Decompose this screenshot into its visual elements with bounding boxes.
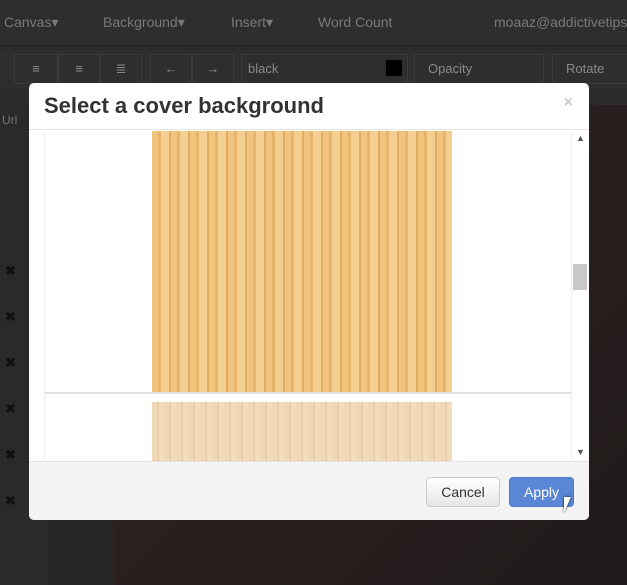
- remove-icon[interactable]: ✖: [5, 493, 16, 509]
- background-option-wood-orange[interactable]: [152, 131, 452, 392]
- dialog-title: Select a cover background: [44, 93, 324, 118]
- url-label: Url: [2, 113, 18, 127]
- top-nav: Canvas▾ Background▾ Insert▾ Word Count m…: [0, 0, 627, 46]
- opacity-slider[interactable]: Opacity: [414, 54, 544, 84]
- cancel-button[interactable]: Cancel: [426, 477, 500, 507]
- align-justify-icon[interactable]: ≣: [100, 54, 142, 84]
- nav-word-count[interactable]: Word Count: [318, 14, 392, 30]
- close-icon[interactable]: ×: [564, 94, 573, 112]
- nav-background[interactable]: Background▾: [103, 14, 185, 31]
- arrow-left-icon[interactable]: ←: [150, 54, 192, 84]
- dialog-footer: Cancel Apply: [29, 461, 589, 520]
- scroll-up-icon[interactable]: ▲: [576, 133, 585, 143]
- cover-background-dialog: Select a cover background × ▲ ▼ Cancel A…: [29, 83, 589, 520]
- divider: [45, 392, 571, 394]
- align-right-icon[interactable]: ≡: [14, 54, 58, 84]
- color-input[interactable]: black: [241, 54, 408, 84]
- scrollbar[interactable]: ▲ ▼: [572, 131, 589, 461]
- rotate-slider[interactable]: Rotate: [552, 54, 627, 84]
- remove-icon[interactable]: ✖: [5, 447, 16, 463]
- background-option-wood-light[interactable]: [152, 402, 452, 461]
- align-center-icon[interactable]: ≡: [58, 54, 100, 84]
- dialog-header: Select a cover background ×: [29, 83, 589, 130]
- mouse-cursor-icon: [564, 497, 571, 513]
- arrow-right-icon[interactable]: →: [192, 54, 234, 84]
- remove-icon[interactable]: ✖: [5, 309, 16, 325]
- nav-canvas[interactable]: Canvas▾: [4, 14, 59, 31]
- remove-icon[interactable]: ✖: [5, 401, 16, 417]
- remove-icon[interactable]: ✖: [5, 355, 16, 371]
- scroll-down-icon[interactable]: ▼: [576, 447, 585, 457]
- color-swatch[interactable]: [386, 60, 402, 76]
- background-list[interactable]: [44, 131, 572, 461]
- nav-insert[interactable]: Insert▾: [231, 14, 273, 31]
- remove-icon[interactable]: ✖: [5, 263, 16, 279]
- scrollbar-thumb[interactable]: [573, 264, 587, 290]
- user-email[interactable]: moaaz@addictivetips: [494, 14, 627, 30]
